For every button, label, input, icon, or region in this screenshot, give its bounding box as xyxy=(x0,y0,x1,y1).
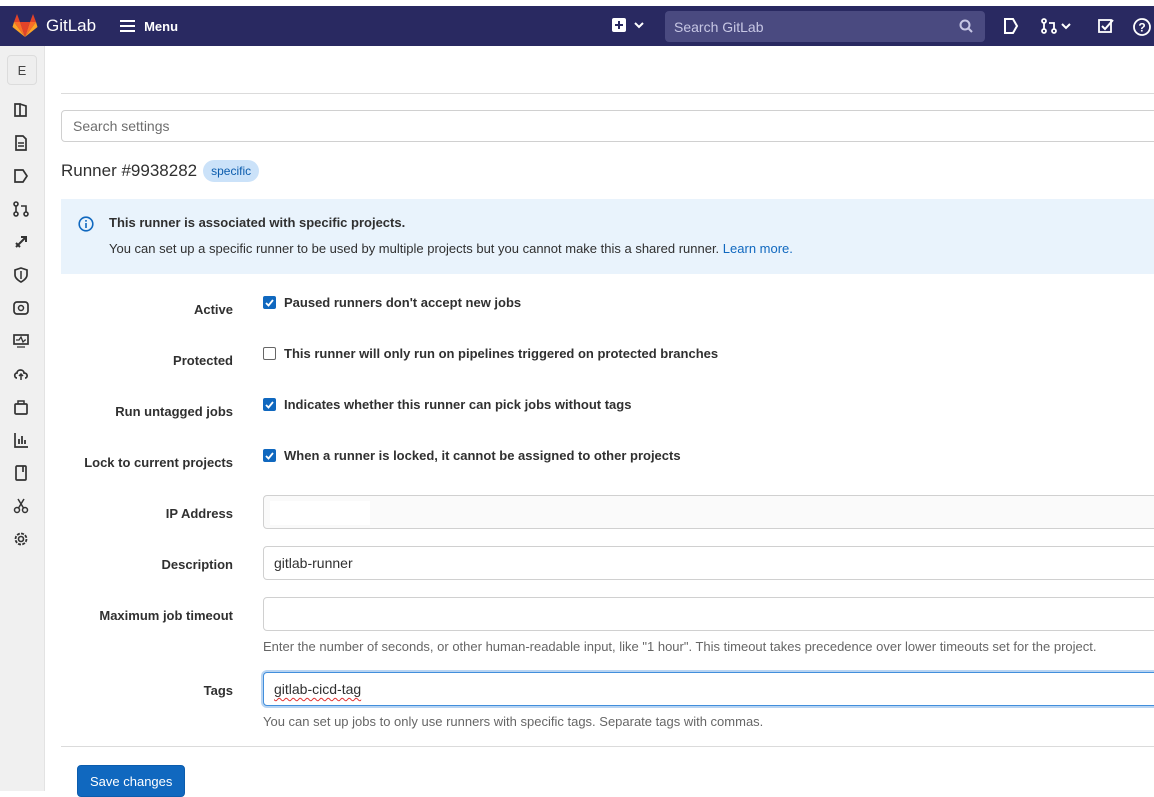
infrastructure-icon[interactable] xyxy=(13,366,29,382)
learn-more-link[interactable]: Learn more. xyxy=(723,241,793,256)
merge-request-icon xyxy=(1041,18,1057,34)
protected-checkbox-text: This runner will only run on pipelines t… xyxy=(284,346,719,361)
timeout-label: Maximum job timeout xyxy=(99,608,233,623)
info-icon xyxy=(78,216,94,232)
wiki-icon[interactable] xyxy=(13,465,29,481)
tags-value: gitlab-cicd-tag xyxy=(274,681,362,697)
save-changes-button[interactable]: Save changes xyxy=(77,765,186,797)
menu-button[interactable]: Menu xyxy=(120,19,178,34)
analytics-icon[interactable] xyxy=(13,432,29,448)
packages-icon[interactable] xyxy=(13,399,29,415)
alert-body: You can set up a specific runner to be u… xyxy=(109,241,793,256)
protected-checkbox-row[interactable]: This runner will only run on pipelines t… xyxy=(263,346,718,361)
chevron-down-icon xyxy=(1061,23,1071,30)
project-avatar[interactable]: E xyxy=(7,55,37,85)
security-icon[interactable] xyxy=(13,267,29,283)
locked-checkbox-text: When a runner is locked, it cannot be as… xyxy=(284,448,681,463)
tags-input[interactable]: gitlab-cicd-tag xyxy=(263,672,1154,706)
project-overview-icon[interactable] xyxy=(13,102,29,118)
new-dropdown-button[interactable] xyxy=(612,18,644,32)
untagged-label: Run untagged jobs xyxy=(115,404,233,419)
hamburger-icon xyxy=(120,20,136,32)
active-label: Active xyxy=(193,302,233,317)
timeout-help-text: Enter the number of seconds, or other hu… xyxy=(263,639,1097,654)
description-value: gitlab-runner xyxy=(274,555,353,571)
runner-type-badge: specific xyxy=(203,160,260,182)
protected-label: Protected xyxy=(173,353,233,368)
description-label: Description xyxy=(161,557,233,572)
timeout-input[interactable] xyxy=(263,597,1154,631)
protected-checkbox[interactable] xyxy=(263,347,276,360)
merge-requests-dropdown[interactable] xyxy=(1041,18,1071,34)
description-input[interactable]: gitlab-runner xyxy=(263,546,1154,580)
todos-icon[interactable] xyxy=(1098,18,1114,34)
help-icon[interactable]: ? xyxy=(1133,18,1151,36)
top-navbar: GitLab Menu Search GitLab ? xyxy=(0,6,1154,46)
monitor-icon[interactable] xyxy=(13,333,29,349)
gitlab-logo-icon xyxy=(12,14,38,37)
settings-icon[interactable] xyxy=(13,531,29,547)
active-checkbox[interactable] xyxy=(263,296,276,309)
chevron-down-icon xyxy=(634,22,644,29)
untagged-checkbox-row[interactable]: Indicates whether this runner can pick j… xyxy=(263,397,631,412)
page-title: Runner #9938282 specific xyxy=(61,160,260,182)
search-placeholder: Search GitLab xyxy=(674,18,764,35)
project-sidebar: E xyxy=(0,46,45,791)
locked-checkbox[interactable] xyxy=(263,449,276,462)
gitlab-home-link[interactable]: GitLab xyxy=(0,6,96,46)
alert-body-text: You can set up a specific runner to be u… xyxy=(109,241,720,256)
ip-address-field xyxy=(263,495,1154,529)
settings-search-input[interactable]: Search settings xyxy=(61,110,1154,142)
active-checkbox-row[interactable]: Paused runners don't accept new jobs xyxy=(263,295,521,310)
menu-label: Menu xyxy=(144,18,179,34)
untagged-checkbox[interactable] xyxy=(263,398,276,411)
divider xyxy=(61,93,1154,94)
runner-title-text: Runner #9938282 xyxy=(61,161,198,180)
deployments-icon[interactable] xyxy=(13,300,29,316)
plus-square-icon xyxy=(612,18,626,32)
divider xyxy=(61,746,1154,747)
active-checkbox-text: Paused runners don't accept new jobs xyxy=(284,295,522,310)
issues-icon[interactable] xyxy=(1003,18,1019,34)
ip-address-redacted xyxy=(270,501,370,525)
info-alert: This runner is associated with specific … xyxy=(61,199,1154,274)
global-search-input[interactable]: Search GitLab xyxy=(665,11,985,42)
settings-search-placeholder: Search settings xyxy=(73,118,170,134)
snippets-icon[interactable] xyxy=(13,498,29,514)
repository-icon[interactable] xyxy=(13,135,29,151)
locked-checkbox-row[interactable]: When a runner is locked, it cannot be as… xyxy=(263,448,681,463)
alert-title: This runner is associated with specific … xyxy=(109,215,406,230)
untagged-checkbox-text: Indicates whether this runner can pick j… xyxy=(284,397,632,412)
issues-icon[interactable] xyxy=(13,168,29,184)
ci-cd-icon[interactable] xyxy=(13,234,29,250)
brand-name: GitLab xyxy=(46,16,97,35)
svg-text:?: ? xyxy=(1138,21,1145,35)
ip-address-label: IP Address xyxy=(165,506,233,521)
search-icon xyxy=(959,19,973,33)
merge-requests-icon[interactable] xyxy=(13,201,29,217)
tags-help-text: You can set up jobs to only use runners … xyxy=(263,714,764,729)
tags-label: Tags xyxy=(203,683,233,698)
locked-label: Lock to current projects xyxy=(84,455,233,470)
